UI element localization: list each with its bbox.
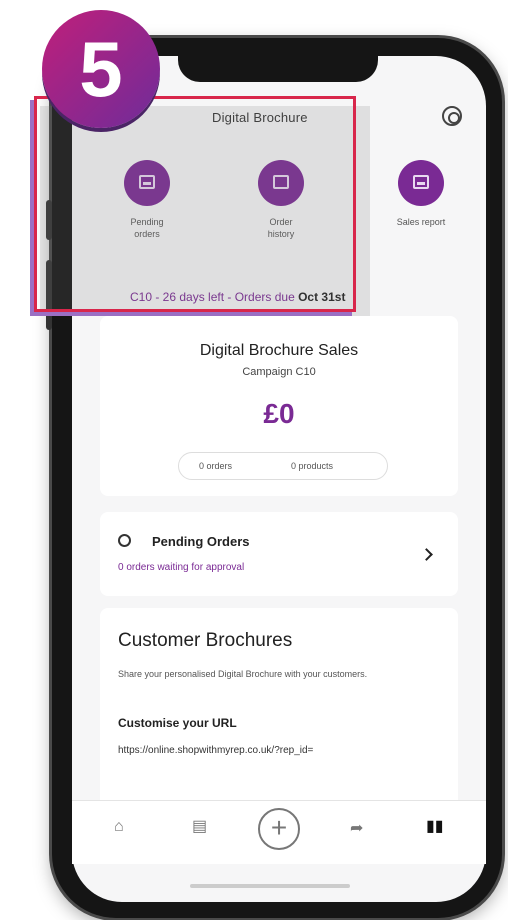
chevron-right-icon — [420, 548, 433, 561]
home-icon[interactable]: ⌂ — [114, 818, 124, 836]
quick-action-sales-report[interactable]: Sales report — [366, 160, 476, 228]
add-button[interactable]: + — [258, 808, 300, 850]
sales-amount: £0 — [263, 398, 295, 429]
products-count: 0 products — [291, 461, 334, 471]
sales-card: Digital Brochure Sales Campaign C10 £0 0… — [100, 316, 458, 496]
sales-card-campaign: Campaign C10 — [242, 366, 316, 378]
pending-orders-subtitle: 0 orders waiting for approval — [118, 562, 245, 573]
share-icon[interactable]: ➦ — [350, 818, 363, 838]
brochure-icon[interactable]: ▮▮ — [426, 816, 444, 836]
brochure-url[interactable]: https://online.shopwithmyrep.co.uk/?rep_… — [118, 744, 418, 758]
quick-action-label: Sales report — [396, 217, 446, 227]
document-icon[interactable]: ▤ — [192, 816, 207, 836]
home-indicator — [190, 884, 350, 888]
sales-summary-pill: 0 orders 0 products — [178, 452, 388, 480]
pending-orders-title: Pending Orders — [152, 534, 250, 549]
orders-count: 0 orders — [199, 461, 233, 471]
step-badge: 5 — [42, 10, 160, 128]
customer-brochures-card: Customer Brochures Share your personalis… — [100, 608, 458, 808]
sales-card-title: Digital Brochure Sales — [199, 342, 359, 359]
customer-brochures-description: Share your personalised Digital Brochure… — [118, 669, 368, 679]
customer-brochures-title: Customer Brochures — [118, 630, 293, 651]
highlight-frame — [34, 96, 356, 312]
clock-icon — [118, 534, 131, 547]
screenshot: Digital Brochure Pending orders Order hi… — [0, 0, 508, 920]
customise-url-heading: Customise your URL — [118, 716, 237, 730]
inbox-icon — [398, 160, 444, 206]
settings-icon[interactable] — [442, 106, 462, 126]
pending-orders-card[interactable]: Pending Orders 0 orders waiting for appr… — [100, 512, 458, 596]
phone-notch — [178, 48, 378, 82]
